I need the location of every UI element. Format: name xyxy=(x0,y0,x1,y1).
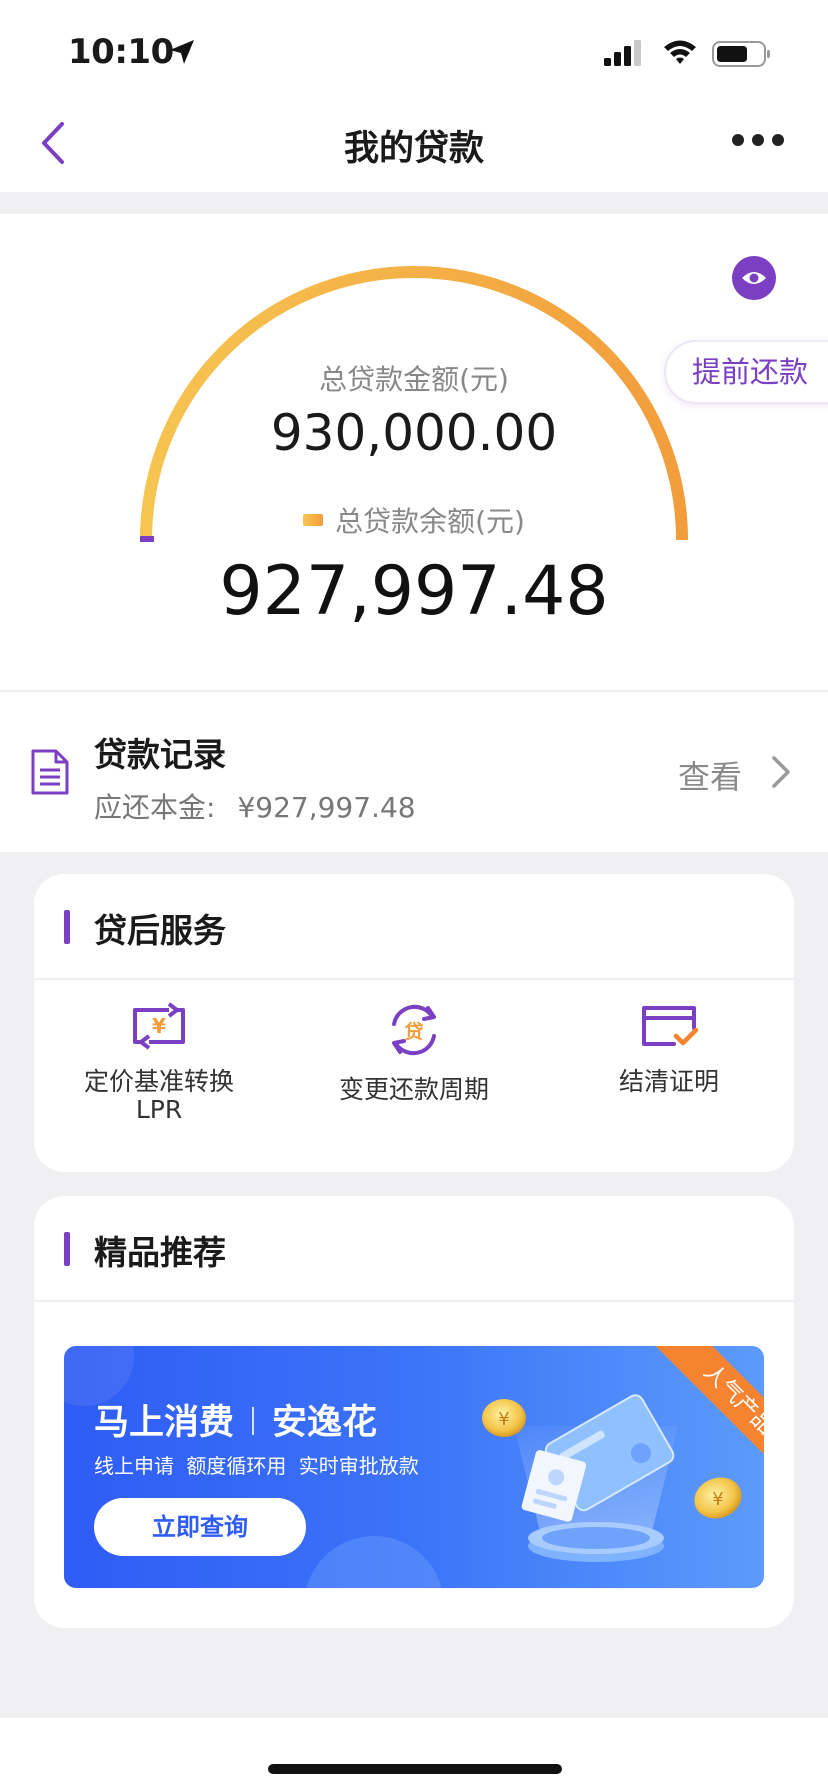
view-link[interactable]: 查看 xyxy=(678,752,742,798)
service-card-header: 贷后服务 xyxy=(34,874,794,980)
section-accent-bar xyxy=(64,910,70,944)
eye-toggle-button[interactable] xyxy=(732,256,776,300)
remaining-loan-label-row: 总贷款余额(元) xyxy=(0,500,828,540)
recommendation-card: 精品推荐 马上消费 安逸花 线上申请 额度循环用 实时审批放款 立即查询 ¥ ¥… xyxy=(34,1196,794,1628)
service-item-settlement-proof[interactable]: 结清证明 xyxy=(559,1000,779,1096)
svg-text:¥: ¥ xyxy=(152,1014,166,1038)
status-time: 10:10 xyxy=(68,32,174,72)
location-arrow-icon xyxy=(170,40,194,64)
wifi-icon xyxy=(664,40,696,64)
service-item-change-cycle[interactable]: 贷 变更还款周期 xyxy=(304,1000,524,1104)
remaining-legend-dot xyxy=(303,514,324,526)
more-dots-icon[interactable] xyxy=(730,130,786,150)
service-item-lpr-conversion[interactable]: ¥ 定价基准转换 LPR xyxy=(49,1000,269,1124)
document-icon xyxy=(31,749,69,795)
loan-summary-card: 提前还款 总贷款金额(元) 930,000.00 总贷款余额(元) 927,99… xyxy=(0,214,828,690)
chevron-right-icon xyxy=(772,756,790,788)
service-label-lpr-line1: 定价基准转换 xyxy=(83,1067,234,1096)
principal-due-amount: ¥927,997.48 xyxy=(237,791,416,824)
total-loan-label: 总贷款金额(元) xyxy=(319,363,509,396)
settlement-card-icon xyxy=(642,1006,699,1046)
loan-record-title: 贷款记录 xyxy=(94,735,226,774)
product-banner[interactable]: 马上消费 安逸花 线上申请 额度循环用 实时审批放款 立即查询 ¥ ¥ 人气产品 xyxy=(64,1346,764,1588)
remaining-loan-label: 总贷款余额(元) xyxy=(335,505,525,538)
loan-cycle-icon: 贷 xyxy=(392,1004,436,1056)
recommendation-card-header: 精品推荐 xyxy=(34,1196,794,1302)
page-title: 我的贷款 xyxy=(343,129,484,169)
query-now-button[interactable]: 立即查询 xyxy=(94,1498,306,1556)
svg-text:¥: ¥ xyxy=(498,1409,509,1430)
after-loan-service-card: 贷后服务 ¥ 定价基准转换 LPR 贷 变更还款周期 结清证明 xyxy=(34,874,794,1172)
home-indicator[interactable] xyxy=(268,1764,562,1774)
banner-product: 安逸花 xyxy=(272,1403,378,1443)
nav-bar: 我的贷款 xyxy=(0,100,828,192)
exchange-yuan-icon: ¥ xyxy=(133,1002,185,1050)
service-card-title: 贷后服务 xyxy=(94,911,226,950)
principal-due-label: 应还本金: xyxy=(94,791,216,824)
eye-icon xyxy=(742,272,766,284)
status-bar: 10:10 xyxy=(0,0,828,100)
banner-subtitle: 线上申请 额度循环用 实时审批放款 xyxy=(94,1454,419,1478)
loan-record-row[interactable]: 贷款记录 应还本金: ¥927,997.48 查看 xyxy=(0,692,828,852)
principal-due-row: 应还本金: ¥927,997.48 xyxy=(94,786,416,826)
banner-decoration xyxy=(304,1536,444,1588)
banner-title: 马上消费 安逸花 xyxy=(94,1394,377,1445)
service-label-change-cycle: 变更还款周期 xyxy=(338,1075,489,1104)
service-label-settlement-proof: 结清证明 xyxy=(618,1067,719,1096)
battery-icon xyxy=(712,41,770,67)
total-loan-value: 930,000.00 xyxy=(270,404,558,462)
svg-text:¥: ¥ xyxy=(712,1489,723,1510)
service-label-lpr-line2: LPR xyxy=(135,1095,183,1124)
section-accent-bar xyxy=(64,1232,70,1266)
banner-title-divider xyxy=(252,1407,255,1435)
svg-text:贷: 贷 xyxy=(404,1020,423,1043)
banner-brand: 马上消费 xyxy=(94,1403,235,1443)
cellular-signal-icon xyxy=(604,40,641,66)
bottom-safe-area xyxy=(0,1718,828,1792)
remaining-loan-value: 927,997.48 xyxy=(219,552,609,631)
recommendation-card-title: 精品推荐 xyxy=(94,1233,226,1272)
